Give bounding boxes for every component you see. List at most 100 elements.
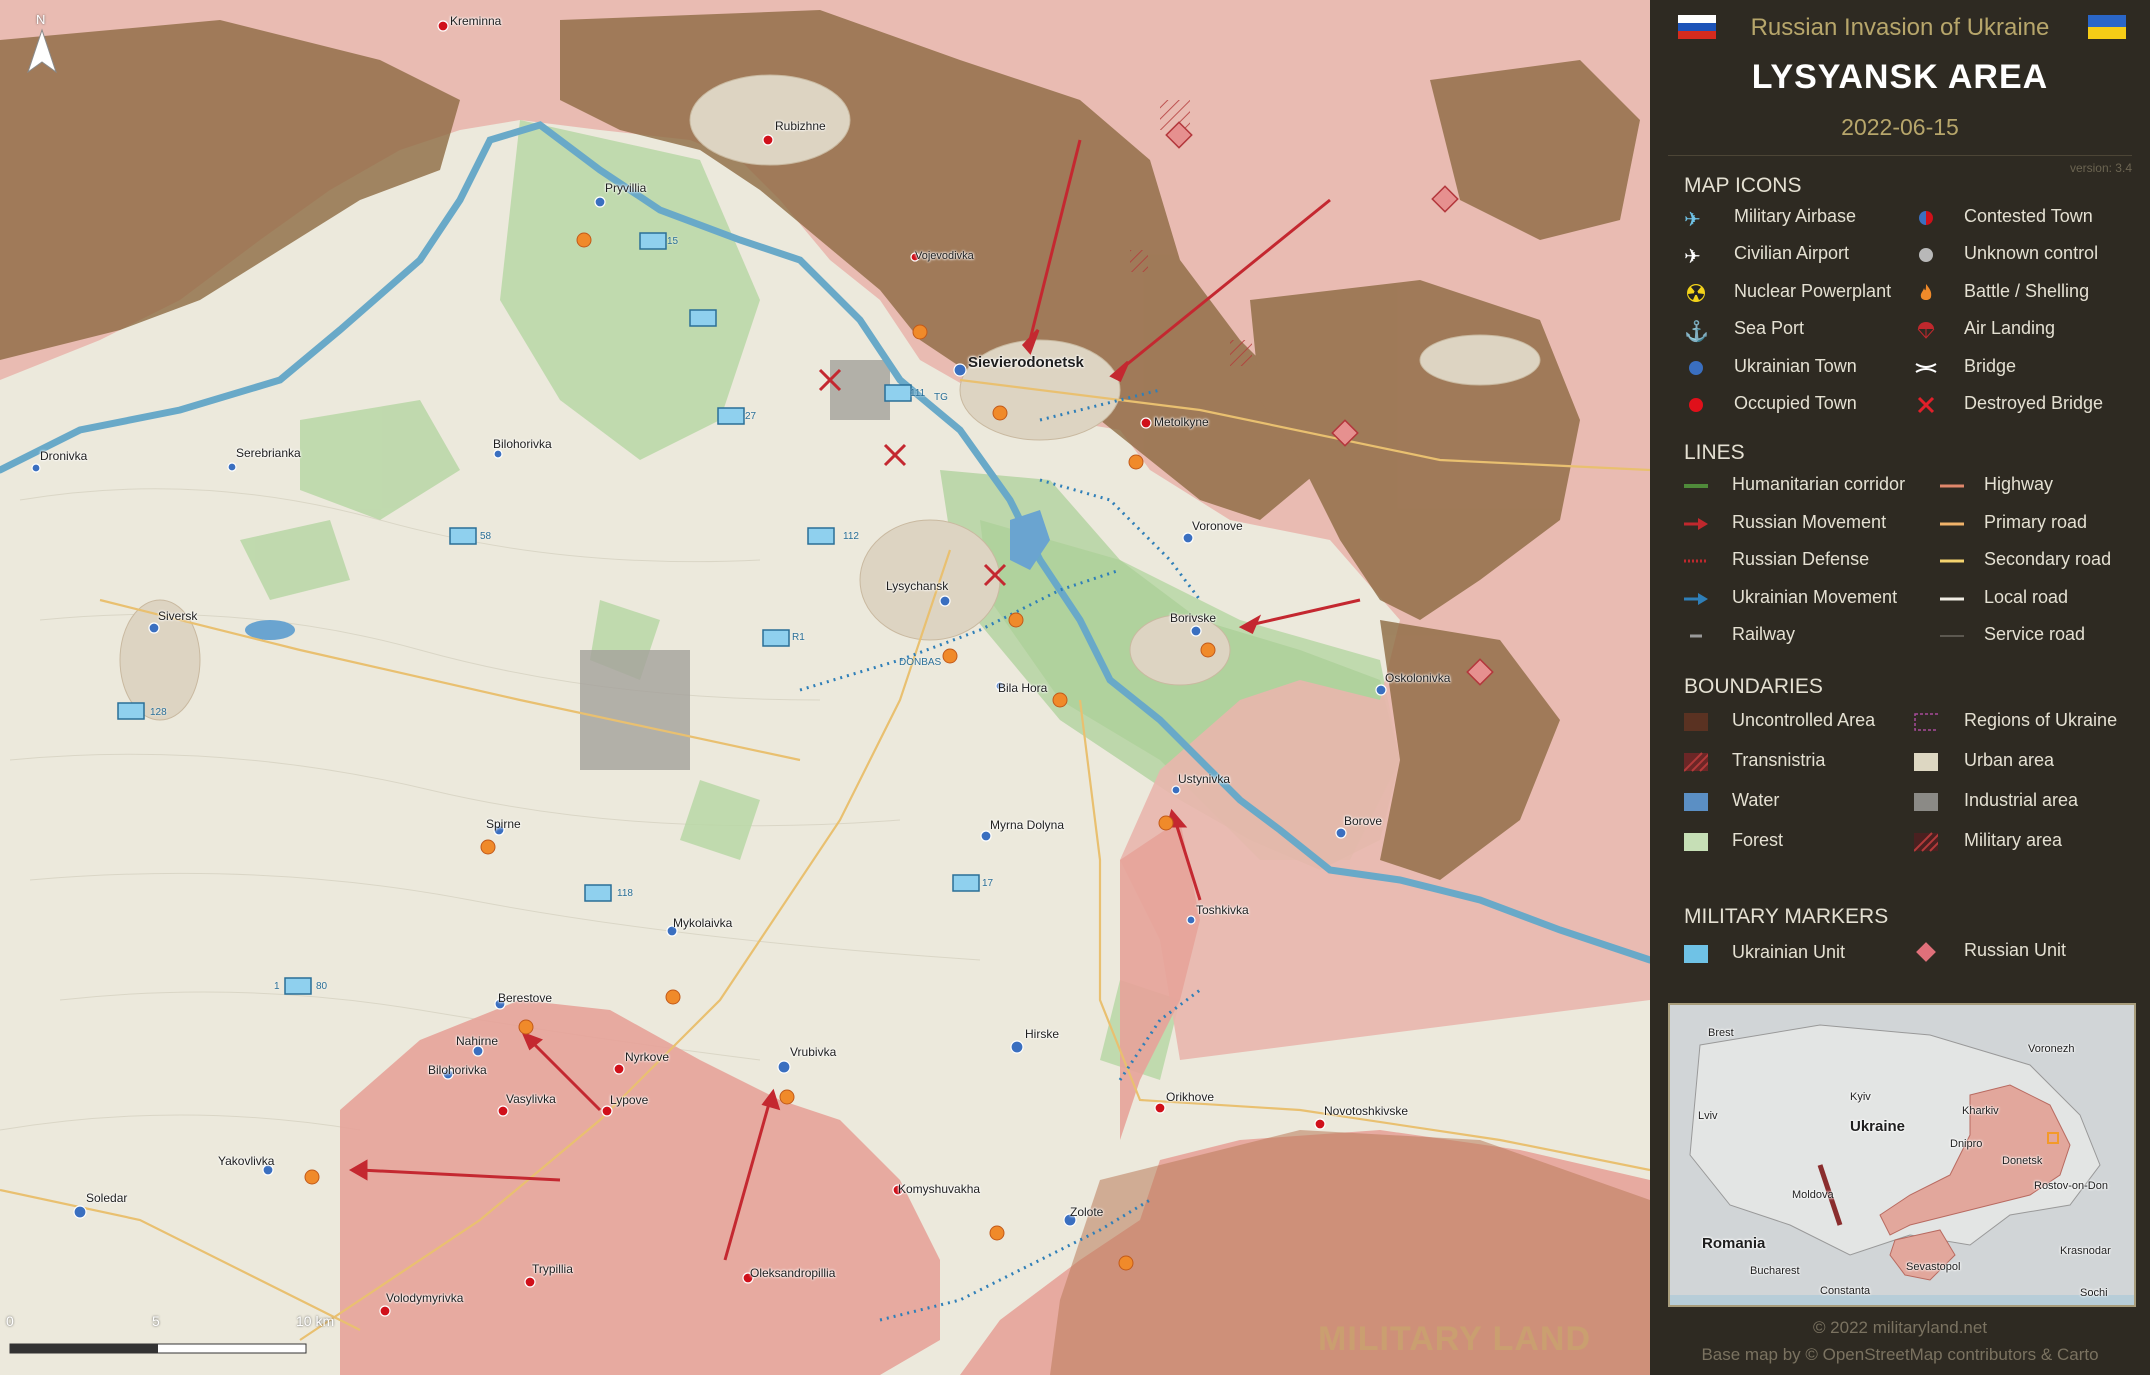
town-label: Bilohorivka [493, 437, 552, 451]
town-label: Novotoshkivske [1324, 1104, 1409, 1118]
russian-movement-icon [1684, 518, 1708, 530]
inset-label: Constanta [1820, 1285, 1871, 1297]
divider [1668, 155, 2132, 156]
town-label: Vrubivka [790, 1045, 837, 1059]
town-label: Myrna Dolyna [990, 818, 1065, 832]
occupied-town-icon [1689, 398, 1703, 412]
town-label: Mykolaivka [673, 916, 733, 930]
secondary-road-icon [1940, 559, 1964, 563]
unit-label: 58 [480, 531, 492, 542]
highway-line-icon [1940, 484, 1964, 488]
town-label-major: Sievierodonetsk [968, 354, 1084, 371]
russian-defense-icon [1684, 559, 1708, 563]
unit-label: 128 [150, 707, 167, 718]
ukrainian-town-icon [1689, 361, 1703, 375]
transnistria-swatch [1684, 752, 1708, 772]
unit-label: 112 [843, 531, 859, 542]
town-label: Spirne [486, 817, 521, 831]
inset-label: Sevastopol [1906, 1261, 1961, 1273]
town-label: Lysychansk [886, 579, 949, 593]
industrial-area-swatch [1914, 793, 1938, 811]
scale-bar [9, 1343, 307, 1354]
primary-road-icon [1940, 522, 1964, 526]
town-label: Soledar [86, 1191, 128, 1205]
airbase-icon: ✈ [1684, 209, 1701, 231]
anchor-icon: ⚓ [1684, 321, 1709, 343]
basemap-credit: Base map by © OpenStreetMap contributors… [1701, 1345, 2099, 1364]
unit-label: 111 [910, 388, 926, 399]
boundaries-heading: BOUNDARIES [1684, 675, 1823, 698]
town-label: Berestove [498, 991, 553, 1005]
inset-label: Rostov-on-Don [2034, 1180, 2108, 1192]
inset-label: Kyiv [1850, 1091, 1871, 1103]
scale-label: 0 [6, 1313, 14, 1329]
inset-label: Brest [1708, 1027, 1734, 1039]
town-label: Komyshuvakha [898, 1182, 981, 1196]
unit-label: TG [934, 392, 948, 403]
regions-swatch [1914, 713, 1938, 731]
town-label: Serebrianka [236, 446, 301, 460]
forest-swatch [1684, 833, 1708, 851]
town-label: Yakovlivka [218, 1154, 275, 1168]
town-label: Trypillia [532, 1262, 573, 1276]
inset-label: Sochi [2080, 1287, 2108, 1299]
bridge-icon [1915, 363, 1937, 373]
version-label: version: 3.4 [2069, 161, 2132, 175]
inset-label-country: Ukraine [1850, 1118, 1906, 1135]
map-terrain [0, 0, 1650, 1375]
town-label: Kreminna [450, 14, 502, 28]
map-date: 2022-06-15 [1841, 114, 1959, 140]
town-label: Oskolonivka [1385, 671, 1451, 685]
town-label: Zolote [1070, 1205, 1104, 1219]
unit-label: DONBAS [899, 657, 942, 668]
town-label: Metolkyne [1154, 415, 1209, 429]
unit-label: 118 [617, 888, 633, 899]
unit-label: 17 [982, 878, 994, 889]
overview-inset-map: Brest Voronezh Kyiv Kharkiv Lviv Ukraine… [1668, 1003, 2136, 1307]
town-label: Nyrkove [625, 1050, 670, 1064]
service-road-icon [1940, 635, 1964, 637]
local-road-icon [1940, 597, 1964, 601]
scale-label: 10 km [296, 1313, 335, 1329]
nuclear-icon [1687, 284, 1705, 302]
lines-heading: LINES [1684, 441, 1745, 464]
inset-label: Moldova [1792, 1189, 1834, 1201]
town-label: Volodymyrivka [386, 1291, 464, 1305]
urban-area-swatch [1914, 753, 1938, 771]
town-label: Dronivka [40, 449, 88, 463]
watermark-logo: MILITARY LAND [1318, 1320, 1592, 1358]
ukrainian-movement-icon [1684, 593, 1708, 605]
town-label: Hirske [1025, 1027, 1060, 1041]
town-label: Pryvillia [605, 181, 647, 195]
scale-label: 5 [152, 1313, 160, 1329]
town-label: Toshkivka [1196, 903, 1249, 917]
town-label: Borove [1344, 814, 1383, 828]
inset-label: Krasnodar [2060, 1245, 2111, 1257]
contested-town-icon [1919, 211, 1933, 225]
map-canvas[interactable]: Kreminna Rubizhne Pryvillia Vojevodivka … [0, 0, 1650, 1375]
inset-label: Bucharest [1750, 1265, 1800, 1277]
town-label: Orikhove [1166, 1090, 1215, 1104]
town-label: Bila Hora [998, 681, 1048, 695]
town-label: Nahirne [456, 1034, 499, 1048]
water-swatch [1684, 793, 1708, 811]
ukrainian-unit-swatch [1684, 945, 1708, 963]
railway-icon [1690, 634, 1702, 638]
russian-unit-swatch [1916, 942, 1936, 962]
unit-label: 80 [316, 981, 328, 992]
town-label: Lypove [610, 1093, 649, 1107]
inset-label-country: Romania [1702, 1235, 1766, 1252]
unit-label: 27 [745, 411, 757, 422]
airport-icon: ✈ [1684, 246, 1701, 268]
unit-label: 15 [667, 236, 679, 247]
copyright-text: © 2022 militaryland.net [1812, 1318, 1988, 1337]
inset-label: Voronezh [2028, 1043, 2075, 1055]
town-label: Oleksandropillia [750, 1266, 836, 1280]
unit-label: R1 [792, 632, 805, 643]
map-icons-heading: MAP ICONS [1684, 174, 1802, 197]
town-label: Ustynivka [1178, 772, 1231, 786]
town-label: Vasylivka [506, 1092, 556, 1106]
inset-label: Donetsk [2002, 1155, 2043, 1167]
town-label: Siversk [158, 609, 198, 623]
parachute-icon [1917, 322, 1935, 339]
